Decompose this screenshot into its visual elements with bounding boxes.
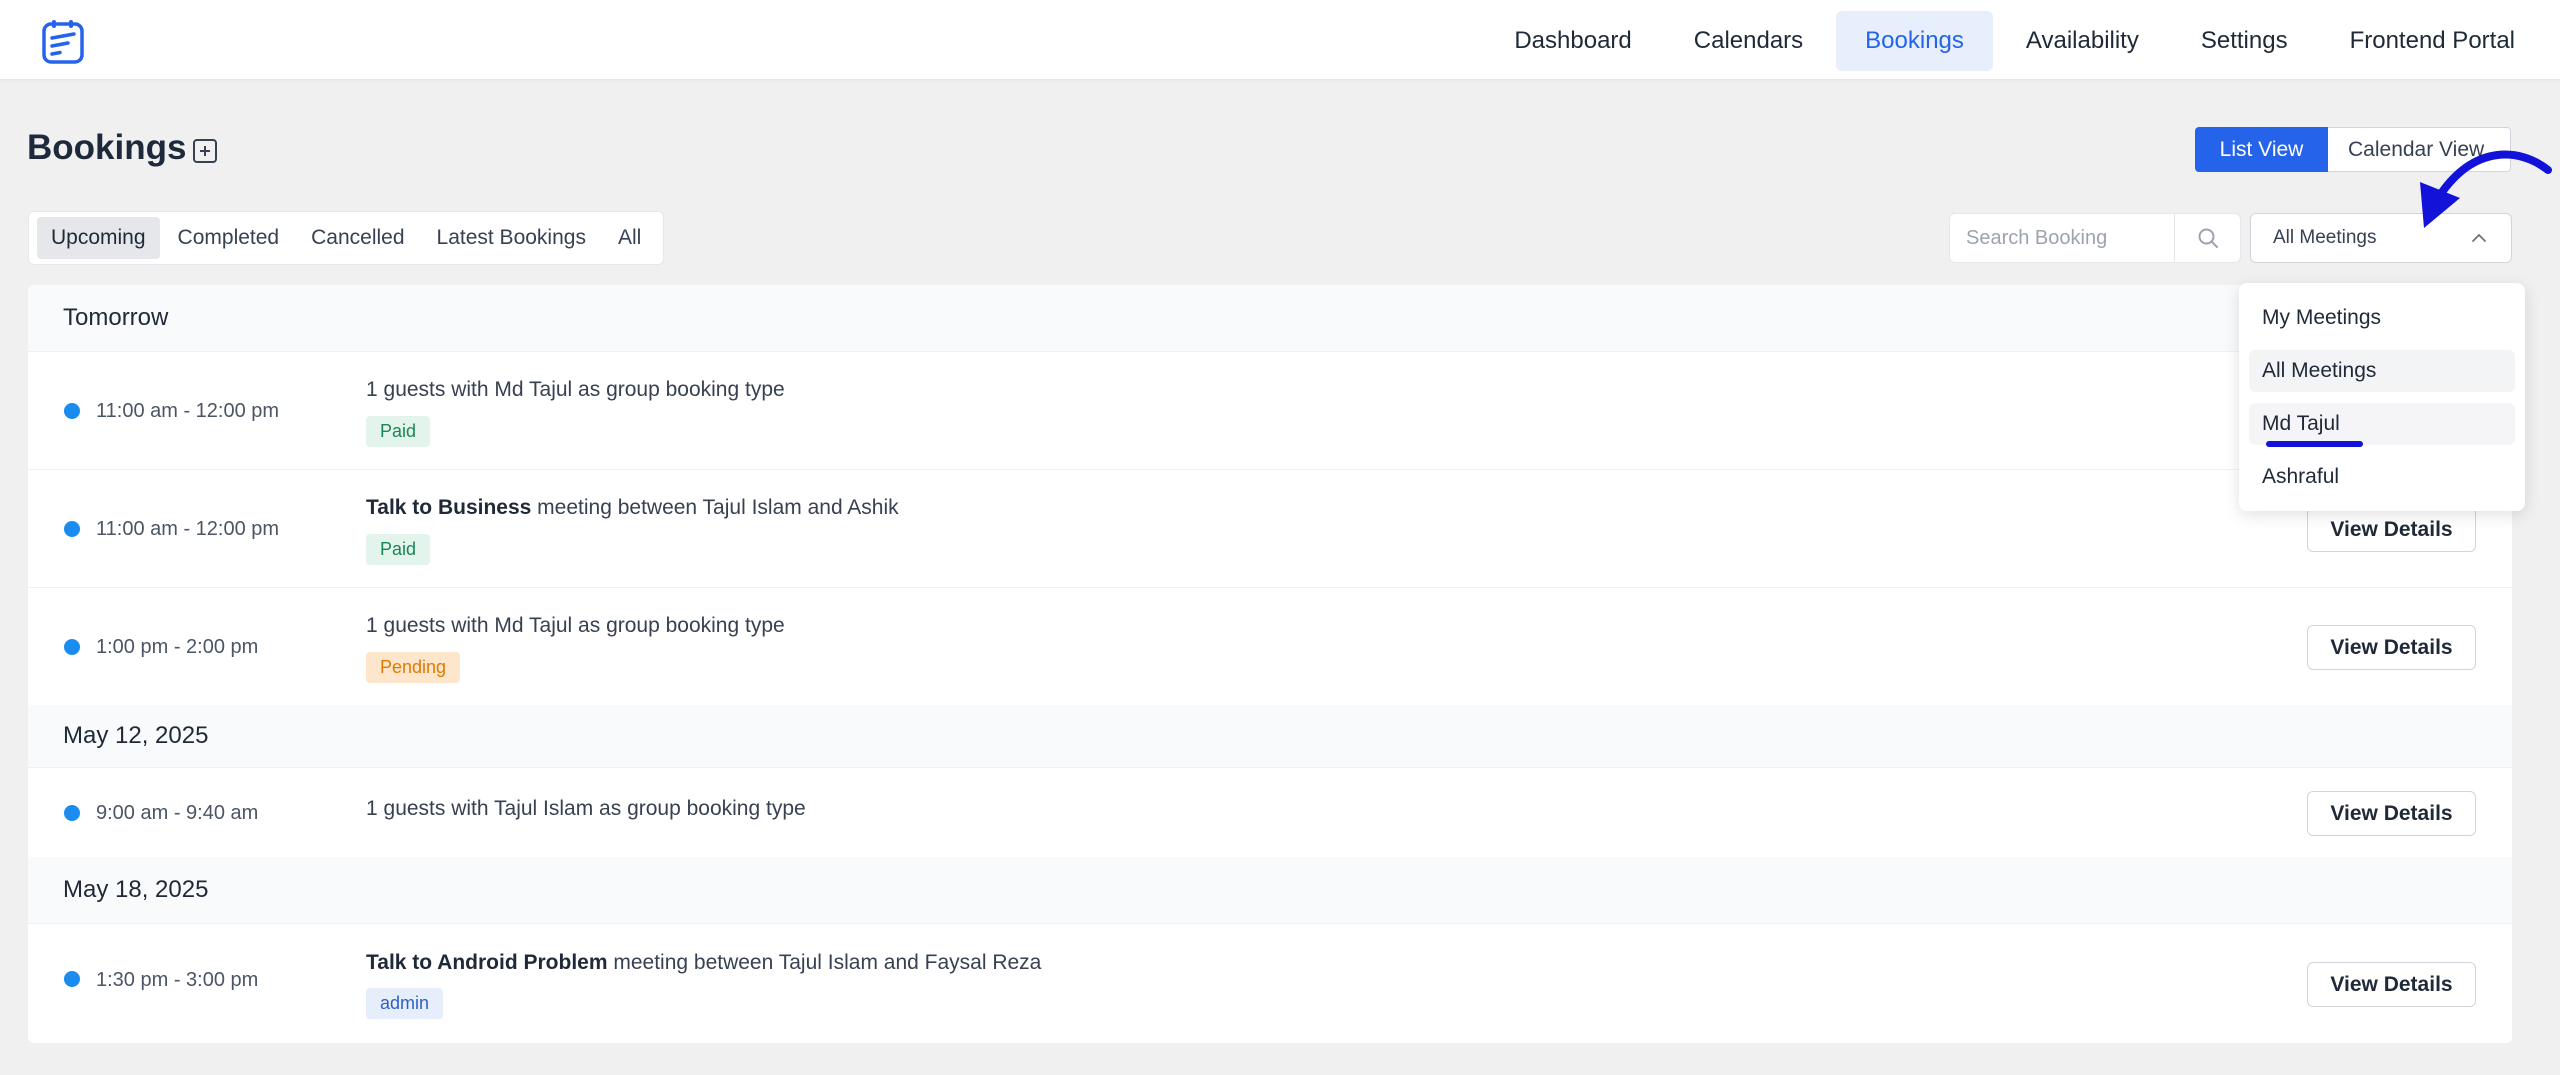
booking-description: 1 guests with Md Tajul as group booking … — [366, 378, 785, 402]
booking-status-tabs: Upcoming Completed Cancelled Latest Book… — [28, 211, 665, 265]
nav-calendars[interactable]: Calendars — [1665, 11, 1832, 71]
status-badge: Paid — [366, 534, 431, 565]
list-view-button[interactable]: List View — [2195, 127, 2328, 172]
tab-cancelled[interactable]: Cancelled — [297, 217, 418, 259]
status-badge: Pending — [366, 652, 461, 683]
dropdown-option-ashraful[interactable]: Ashraful — [2249, 456, 2515, 498]
search-input[interactable] — [1950, 214, 2174, 262]
booking-text: 1 guests with Md Tajul as group booking … — [366, 614, 785, 637]
booking-title: Talk to Business — [366, 496, 532, 519]
booking-row: 11:00 am - 12:00 pm Talk to Business mee… — [28, 469, 2512, 587]
view-details-button[interactable]: View Details — [2307, 625, 2476, 670]
booking-text: meeting between Tajul Islam and Faysal R… — [607, 951, 1042, 974]
booking-time: 1:30 pm - 3:00 pm — [96, 969, 259, 991]
main-nav: Dashboard Calendars Bookings Availabilit… — [1485, 11, 2544, 71]
annotation-underline — [2266, 441, 2363, 447]
booking-title: Talk to Android Problem — [366, 951, 608, 974]
nav-availability[interactable]: Availability — [1997, 11, 2168, 71]
view-details-button[interactable]: View Details — [2307, 962, 2476, 1007]
app-logo-icon[interactable] — [40, 18, 88, 66]
tab-upcoming[interactable]: Upcoming — [37, 217, 160, 259]
search-box — [1949, 213, 2241, 263]
booking-time: 11:00 am - 12:00 pm — [96, 400, 280, 422]
status-badge: Paid — [366, 416, 431, 447]
nav-bookings[interactable]: Bookings — [1836, 11, 1993, 71]
nav-frontend-portal[interactable]: Frontend Portal — [2321, 11, 2544, 71]
booking-row: 1:30 pm - 3:00 pm Talk to Android Proble… — [28, 923, 2512, 1043]
status-dot — [64, 971, 80, 987]
date-group-header: May 18, 2025 — [28, 857, 2512, 923]
booking-description: 1 guests with Tajul Islam as group booki… — [366, 797, 806, 821]
view-details-button[interactable]: View Details — [2307, 507, 2476, 552]
booking-row: 1:00 pm - 2:00 pm 1 guests with Md Tajul… — [28, 587, 2512, 705]
dropdown-option-my-meetings[interactable]: My Meetings — [2249, 297, 2515, 339]
search-icon — [2198, 228, 2218, 248]
tab-completed[interactable]: Completed — [164, 217, 294, 259]
booking-description: 1 guests with Md Tajul as group booking … — [366, 614, 785, 638]
status-dot — [64, 521, 80, 537]
booking-row: 11:00 am - 12:00 pm 1 guests with Md Taj… — [28, 351, 2512, 469]
booking-text: 1 guests with Md Tajul as group booking … — [366, 378, 785, 401]
bookings-list: Tomorrow 11:00 am - 12:00 pm 1 guests wi… — [28, 285, 2512, 1043]
meeting-filter-dropdown: My Meetings All Meetings Md Tajul Ashraf… — [2239, 283, 2525, 511]
meeting-filter-value: All Meetings — [2273, 227, 2377, 248]
nav-dashboard[interactable]: Dashboard — [1485, 11, 1660, 71]
status-dot — [64, 805, 80, 821]
status-dot — [64, 639, 80, 655]
booking-text: 1 guests with Tajul Islam as group booki… — [366, 797, 806, 820]
top-navbar: Dashboard Calendars Bookings Availabilit… — [0, 0, 2560, 80]
status-badge: admin — [366, 988, 444, 1019]
nav-settings[interactable]: Settings — [2172, 11, 2317, 71]
date-group-header: May 12, 2025 — [28, 705, 2512, 767]
booking-description: Talk to Android Problem meeting between … — [366, 951, 1041, 975]
dropdown-option-md-tajul[interactable]: Md Tajul — [2249, 403, 2515, 445]
search-button[interactable] — [2174, 214, 2240, 262]
view-details-button[interactable]: View Details — [2307, 791, 2476, 836]
booking-row: 9:00 am - 9:40 am 1 guests with Tajul Is… — [28, 767, 2512, 857]
annotation-arrow-icon — [2420, 150, 2552, 228]
page-title: Bookings — [27, 128, 187, 167]
booking-time: 1:00 pm - 2:00 pm — [96, 636, 259, 658]
dropdown-option-all-meetings[interactable]: All Meetings — [2249, 350, 2515, 392]
booking-time: 9:00 am - 9:40 am — [96, 802, 259, 824]
tab-latest-bookings[interactable]: Latest Bookings — [423, 217, 600, 259]
tab-all[interactable]: All — [604, 217, 655, 259]
add-booking-icon[interactable] — [193, 139, 217, 163]
booking-description: Talk to Business meeting between Tajul I… — [366, 496, 899, 520]
date-group-header: Tomorrow — [28, 285, 2512, 351]
booking-time: 11:00 am - 12:00 pm — [96, 518, 280, 540]
booking-text: meeting between Tajul Islam and Ashik — [531, 496, 899, 519]
status-dot — [64, 403, 80, 419]
